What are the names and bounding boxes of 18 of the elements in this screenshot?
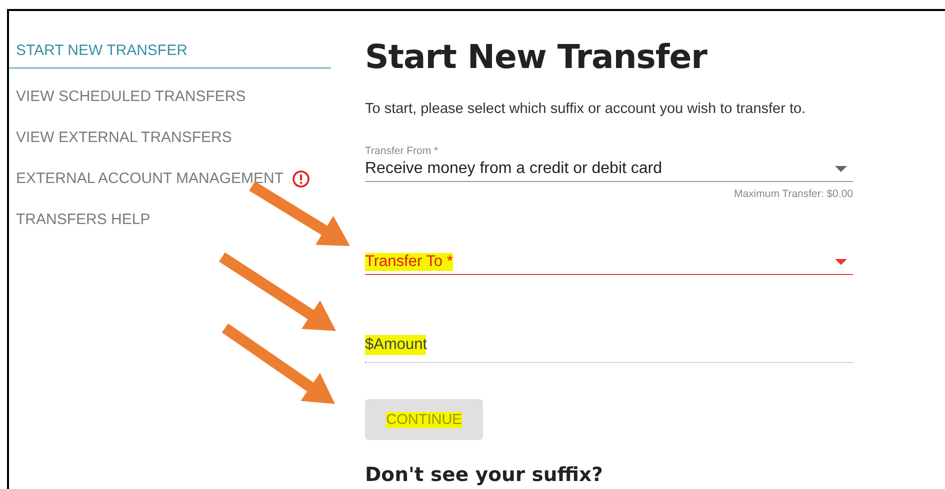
- sidebar-item[interactable]: VIEW EXTERNAL TRANSFERS: [9, 117, 331, 158]
- caret-icon: [835, 259, 847, 265]
- caret-icon: [835, 166, 847, 172]
- dropdown-field[interactable]: Transfer From * Receive money from a credit or debit card: [365, 145, 853, 182]
- field-value: Receive money from a credit or debit card: [365, 160, 662, 178]
- helper-text: Maximum Transfer: $0.00: [732, 188, 853, 200]
- instruction-text: To start, please select which suffix or account you wish to transfer to.: [365, 101, 807, 117]
- arrow-icon: [222, 323, 335, 404]
- field-label: Transfer From *: [365, 145, 440, 157]
- dropdown-field[interactable]: Transfer To *: [365, 250, 853, 275]
- section-heading: Don't see your suffix?: [365, 463, 604, 486]
- sidebar-item[interactable]: VIEW SCHEDULED TRANSFERS: [9, 76, 331, 117]
- sidebar-item[interactable]: EXTERNAL ACCOUNT MANAGEMENT: [9, 158, 331, 199]
- page-title: Start New Transfer: [365, 37, 708, 76]
- sidebar-item[interactable]: TRANSFERS HELP: [9, 199, 331, 240]
- arrow-icon: [219, 252, 336, 331]
- field-placeholder: Transfer To *: [365, 253, 453, 271]
- sidebar-item[interactable]: START NEW TRANSFER: [9, 35, 331, 69]
